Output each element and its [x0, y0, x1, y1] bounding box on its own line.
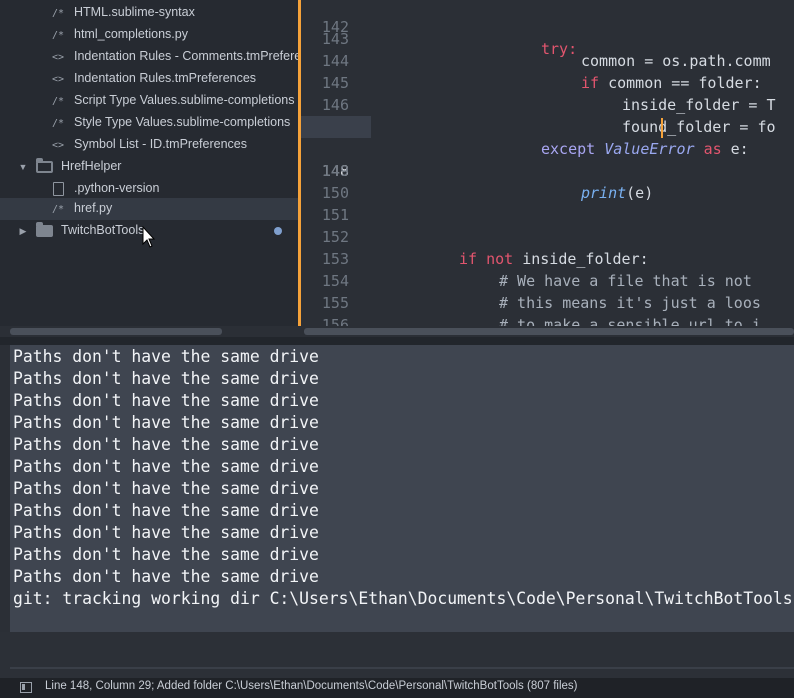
sidebar-item-style-type-values[interactable]: /* Style Type Values.sublime-completions	[0, 112, 298, 134]
code-line: 156 return	[301, 292, 794, 326]
sidebar-item-label: HrefHelper	[61, 159, 122, 173]
status-bar: Line 148, Column 29; Added folder C:\Use…	[0, 678, 794, 698]
sidebar-item-href-py[interactable]: /* href.py	[0, 198, 298, 220]
code-editor[interactable]: 142 try: 143 common = os.path.comm 144 i…	[301, 0, 794, 326]
sidebar-item-label: Style Type Values.sublime-completions	[74, 115, 291, 129]
code-line: 152 if not inside_folder:	[301, 204, 794, 268]
current-line-gutter-highlight	[301, 116, 371, 138]
file-icon	[53, 182, 64, 196]
sidebar-file-tree: /* HTML.sublime-syntax /* html_completio…	[0, 0, 298, 326]
comment-file-icon: /*	[51, 29, 65, 41]
code-line: 157	[301, 314, 794, 326]
code-line: 151	[301, 182, 794, 224]
code-line-current: 148 print(e)	[301, 116, 794, 202]
sidebar-item-label: Indentation Rules - Comments.tmPreferenc…	[74, 49, 298, 63]
caret-down-icon[interactable]: ▼	[18, 161, 28, 173]
sidebar-item-label: Script Type Values.sublime-completions	[74, 93, 295, 107]
folder-icon	[36, 222, 53, 237]
comment-file-icon: /*	[51, 203, 65, 215]
mouse-pointer-icon	[142, 226, 156, 248]
code-line: 147 except ValueError as e:	[301, 94, 794, 158]
output-line: Paths don't have the same drive	[13, 457, 319, 476]
output-line: Paths don't have the same drive	[13, 523, 319, 542]
sidebar-item-python-version[interactable]: .python-version	[0, 178, 298, 200]
output-horizontal-scrollbar[interactable]	[10, 667, 794, 669]
code-line: 150	[301, 160, 794, 202]
output-line: Paths don't have the same drive	[13, 567, 319, 586]
output-line: Paths don't have the same drive	[13, 413, 319, 432]
sidebar-item-label: TwitchBotTools	[61, 223, 145, 237]
toggle-panel-icon[interactable]	[20, 682, 32, 693]
comment-file-icon: /*	[51, 7, 65, 19]
code-line: 146 found_folder = fo	[301, 72, 794, 136]
panel-footer	[0, 632, 794, 678]
code-file-icon: <>	[51, 51, 65, 63]
output-line: git: tracking working dir C:\Users\Ethan…	[13, 589, 793, 608]
output-panel[interactable]: Paths don't have the same drive Paths do…	[10, 345, 794, 632]
sidebar-item-label: Symbol List - ID.tmPreferences	[74, 137, 247, 151]
sidebar-item-html-completions[interactable]: /* html_completions.py	[0, 24, 298, 46]
code-line: 153 # We have a file that is not	[301, 226, 794, 290]
text-caret	[661, 118, 663, 138]
sidebar-item-html-syntax[interactable]: /* HTML.sublime-syntax	[0, 2, 298, 24]
sidebar-item-label: HTML.sublime-syntax	[74, 5, 195, 19]
sidebar-item-symbol-list[interactable]: <> Symbol List - ID.tmPreferences	[0, 134, 298, 156]
output-line: Paths don't have the same drive	[13, 501, 319, 520]
code-file-icon: <>	[51, 139, 65, 151]
sidebar-item-indentation-comments[interactable]: <> Indentation Rules - Comments.tmPrefer…	[0, 46, 298, 68]
code-line: 143 common = os.path.comm	[301, 6, 794, 70]
sidebar-folder-hrefhelper[interactable]: ▼ HrefHelper	[0, 156, 298, 178]
code-line: 145 inside_folder = T	[301, 50, 794, 114]
modified-dot-icon	[274, 227, 282, 235]
comment-file-icon: /*	[51, 117, 65, 129]
status-text: Line 148, Column 29; Added folder C:\Use…	[45, 680, 578, 692]
output-line: Paths don't have the same drive	[13, 479, 319, 498]
code-line: 154 # this means it's just a loos	[301, 248, 794, 312]
editor-horizontal-scrollbar[interactable]	[304, 328, 794, 335]
output-line: Paths don't have the same drive	[13, 347, 319, 366]
output-line: Paths don't have the same drive	[13, 369, 319, 388]
sidebar-item-label: html_completions.py	[74, 27, 188, 41]
sidebar-item-indentation-rules[interactable]: <> Indentation Rules.tmPreferences	[0, 68, 298, 90]
comment-file-icon: /*	[51, 95, 65, 107]
caret-right-icon[interactable]: ▶	[18, 225, 28, 237]
output-line: Paths don't have the same drive	[13, 545, 319, 564]
sidebar-item-label: Indentation Rules.tmPreferences	[74, 71, 257, 85]
output-line: Paths don't have the same drive	[13, 391, 319, 410]
code-file-icon: <>	[51, 73, 65, 85]
sidebar-horizontal-scrollbar[interactable]	[10, 328, 222, 335]
output-line: Paths don't have the same drive	[13, 435, 319, 454]
code-line: 144 if common == folder:	[301, 28, 794, 92]
sidebar-item-label: href.py	[74, 201, 113, 215]
code-line: 155 # to make a sensible url to i	[301, 270, 794, 326]
panel-divider[interactable]	[0, 337, 794, 345]
folder-open-icon	[36, 158, 53, 173]
sidebar-item-script-type-values[interactable]: /* Script Type Values.sublime-completion…	[0, 90, 298, 112]
code-line: 149	[301, 138, 794, 180]
sidebar-item-label: .python-version	[74, 181, 160, 195]
